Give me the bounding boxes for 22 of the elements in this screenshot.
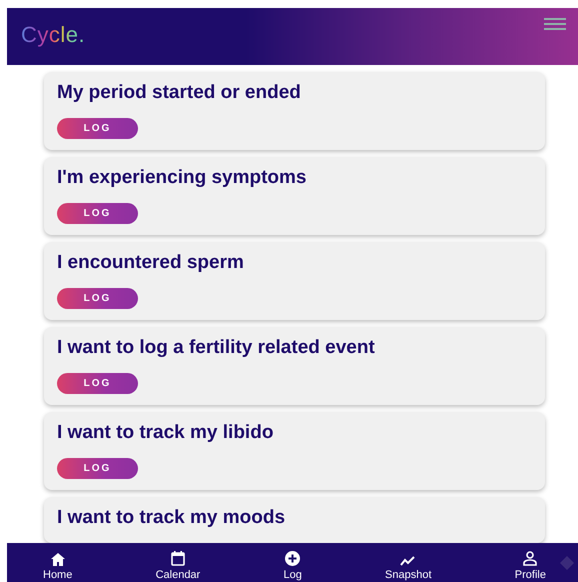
nav-tab[interactable]: Log [283,551,302,581]
log-button[interactable]: LOG [57,118,138,139]
nav-tab[interactable]: Calendar [156,551,200,581]
card-title: I'm experiencing symptoms [57,167,308,189]
card-title: I want to log a fertility related event [57,337,376,359]
nav-tab[interactable]: Snapshot [385,556,432,581]
card-title: I want to track my libido [57,422,274,444]
nav-tab[interactable]: Profile [514,551,546,581]
nav-tab[interactable]: Home [43,553,72,581]
plus-circle-icon [285,551,300,566]
card-title: My period started or ended [57,82,302,104]
line-chart-icon [400,556,416,566]
person-icon [523,551,538,566]
card-title: I want to track my moods [57,507,286,529]
menu-icon[interactable] [544,18,566,30]
log-button[interactable]: LOG [57,373,138,394]
log-button[interactable]: LOG [57,203,138,224]
home-icon [50,553,65,566]
log-button[interactable]: LOG [57,458,138,479]
log-button[interactable]: LOG [57,288,138,309]
card-title: I encountered sperm [57,252,245,274]
calendar-icon [170,551,185,566]
